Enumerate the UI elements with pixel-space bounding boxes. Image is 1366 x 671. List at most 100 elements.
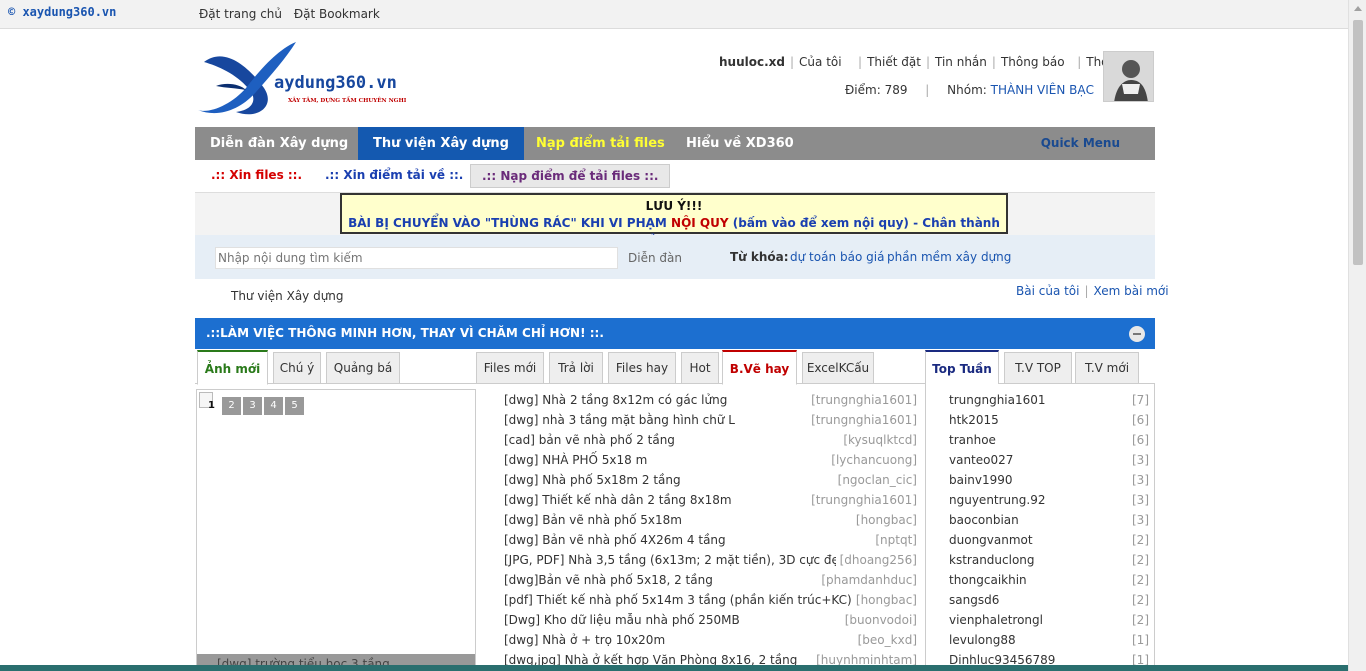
page-scrollbar[interactable]: [1348, 0, 1366, 671]
bookmark-link[interactable]: Đặt Bookmark: [294, 7, 380, 21]
list-item[interactable]: tranhoe [6]: [949, 430, 1149, 450]
list-item[interactable]: [dwg] Nhà ở + trọ 10x20m [beo_kxd]: [504, 630, 917, 650]
quick-menu[interactable]: Quick Menu: [1026, 127, 1135, 160]
list-item[interactable]: [dwg] NHÀ PHỐ 5x18 m [lychancuong]: [504, 450, 917, 470]
list-item[interactable]: [pdf] Thiết kế nhà phố 5x14m 3 tầng (phầ…: [504, 590, 917, 610]
tab-good-files[interactable]: Files hay: [608, 352, 676, 384]
member-name[interactable]: vanteo027: [949, 453, 1013, 467]
list-item[interactable]: [dwg] Nhà phố 5x18m 2 tầng [ngoclan_cic]: [504, 470, 917, 490]
list-item[interactable]: [dwg] Nhà 2 tầng 8x12m có gác lửng [trung…: [504, 390, 917, 410]
settings-link[interactable]: Thiết đặt: [867, 55, 921, 69]
keyword-link[interactable]: dự toán: [790, 250, 836, 264]
list-item[interactable]: nguyentrung.92 [3]: [949, 490, 1149, 510]
member-name[interactable]: kstranduclong: [949, 553, 1035, 567]
file-user[interactable]: [hongbac]: [851, 590, 917, 610]
keyword-link[interactable]: báo giá: [840, 250, 884, 264]
member-name[interactable]: thongcaikhin: [949, 573, 1027, 587]
request-points-link[interactable]: .:: Xin điểm tải về ::.: [325, 168, 463, 182]
tab-promo[interactable]: Quảng bá: [326, 352, 400, 384]
member-name[interactable]: bainv1990: [949, 473, 1013, 487]
list-item[interactable]: [JPG, PDF] Nhà 3,5 tầng (6x13m; 2 mặt ti…: [504, 550, 917, 570]
file-title[interactable]: [JPG, PDF] Nhà 3,5 tầng (6x13m; 2 mặt ti…: [504, 550, 865, 570]
site-link[interactable]: © xaydung360.vn: [8, 5, 116, 19]
file-title[interactable]: [dwg] nhà 3 tầng mặt bằng hình chữ L: [504, 410, 735, 430]
messages-link[interactable]: Tin nhắn: [935, 55, 987, 69]
tab-new-files[interactable]: Files mới: [476, 352, 544, 384]
group-value[interactable]: THÀNH VIÊN BẠC: [991, 83, 1094, 97]
member-name[interactable]: duongvanmot: [949, 533, 1033, 547]
list-item[interactable]: trungnghia1601 [7]: [949, 390, 1149, 410]
username-link[interactable]: huuloc.xd: [719, 55, 785, 69]
member-name[interactable]: vienphaletrongl: [949, 613, 1043, 627]
list-item[interactable]: [dwg] Bản vẽ nhà phố 5x18m [hongbac]: [504, 510, 917, 530]
member-name[interactable]: sangsd6: [949, 593, 999, 607]
nav-forum[interactable]: Diễn đàn Xây dựng: [195, 127, 363, 160]
pager-item[interactable]: 5: [285, 397, 304, 415]
new-posts-link[interactable]: Xem bài mới: [1094, 284, 1169, 298]
nav-topup[interactable]: Nạp điểm tải files: [521, 127, 680, 160]
member-name[interactable]: baoconbian: [949, 513, 1019, 527]
list-item[interactable]: bainv1990 [3]: [949, 470, 1149, 490]
my-link[interactable]: Của tôi: [799, 55, 842, 69]
file-title[interactable]: [Dwg] Kho dữ liệu mẫu nhà phố 250MB: [504, 610, 740, 630]
scroll-thumb[interactable]: [1353, 20, 1363, 265]
topup-points-button[interactable]: .:: Nạp điểm để tải files ::.: [470, 164, 671, 188]
search-scope-select[interactable]: Diễn đàn: [628, 251, 682, 265]
file-title[interactable]: [dwg] Bản vẽ nhà phố 5x18m: [504, 510, 682, 530]
list-item[interactable]: vanteo027 [3]: [949, 450, 1149, 470]
list-item[interactable]: baoconbian [3]: [949, 510, 1149, 530]
file-title[interactable]: [pdf] Thiết kế nhà phố 5x14m 3 tầng (phầ…: [504, 590, 852, 610]
tab-top-members[interactable]: T.V TOP: [1004, 352, 1072, 384]
scroll-up-arrow-icon[interactable]: [1354, 6, 1362, 11]
file-user[interactable]: [trungnghia1601]: [807, 410, 917, 430]
site-logo[interactable]: aydung360.vn XÂY TÂM, DỰNG TẦM CHUYÊN NG…: [196, 40, 416, 120]
pager-item[interactable]: 2: [222, 397, 241, 415]
list-item[interactable]: duongvanmot [2]: [949, 530, 1149, 550]
member-name[interactable]: tranhoe: [949, 433, 996, 447]
tab-new-members[interactable]: T.V mới: [1075, 352, 1139, 384]
file-user[interactable]: [trungnghia1601]: [807, 390, 917, 410]
file-title[interactable]: [cad] bản vẽ nhà phố 2 tầng: [504, 430, 675, 450]
search-input[interactable]: [215, 247, 618, 269]
notifications-link[interactable]: Thông báo: [1001, 55, 1065, 69]
list-item[interactable]: [Dwg] Kho dữ liệu mẫu nhà phố 250MB [buon…: [504, 610, 917, 630]
tab-top-week[interactable]: Top Tuần: [925, 350, 999, 385]
my-posts-link[interactable]: Bài của tôi: [1016, 284, 1080, 298]
avatar[interactable]: [1103, 51, 1154, 102]
member-name[interactable]: nguyentrung.92: [949, 493, 1045, 507]
image-slider[interactable]: 1 2 3 4 5 [dwg] trường tiểu học 3 tầng: [196, 389, 476, 671]
pager-item[interactable]: 1: [202, 397, 221, 415]
file-user[interactable]: [dhoang256]: [835, 550, 917, 570]
tab-replies[interactable]: Trả lời: [549, 352, 603, 384]
member-name[interactable]: htk2015: [949, 413, 999, 427]
list-item[interactable]: [dwg] Thiết kế nhà dân 2 tầng 8x18m [trun…: [504, 490, 917, 510]
notice-box[interactable]: LƯU Ý!!! BÀI BỊ CHUYỂN VÀO "THÙNG RÁC" K…: [340, 193, 1008, 247]
file-title[interactable]: [dwg] Nhà phố 5x18m 2 tầng: [504, 470, 681, 490]
request-files-link[interactable]: .:: Xin files ::.: [211, 168, 302, 182]
file-title[interactable]: [dwg] Nhà ở + trọ 10x20m: [504, 630, 665, 650]
file-user[interactable]: [hongbac]: [851, 510, 917, 530]
file-user[interactable]: [buonvodoi]: [840, 610, 917, 630]
file-title[interactable]: [dwg] Thiết kế nhà dân 2 tầng 8x18m: [504, 490, 732, 510]
pager-item[interactable]: 4: [264, 397, 283, 415]
list-item[interactable]: [cad] bản vẽ nhà phố 2 tầng [kysuqlktcd]: [504, 430, 917, 450]
file-user[interactable]: [beo_kxd]: [853, 630, 917, 650]
nav-about[interactable]: Hiểu về XD360: [671, 127, 809, 160]
keyword-link[interactable]: phần mềm xây dựng: [887, 250, 1011, 264]
list-item[interactable]: [dwg] Bản vẽ nhà phố 4X26m 4 tầng [nptqt]: [504, 530, 917, 550]
list-item[interactable]: htk2015 [6]: [949, 410, 1149, 430]
file-title[interactable]: [dwg] Nhà 2 tầng 8x12m có gác lửng: [504, 390, 727, 410]
list-item[interactable]: [dwg]Bản vẽ nhà phố 5x18, 2 tầng [phamdan…: [504, 570, 917, 590]
tab-hot[interactable]: Hot: [681, 352, 719, 384]
tab-new-images[interactable]: Ảnh mới: [197, 350, 268, 385]
list-item[interactable]: thongcaikhin [2]: [949, 570, 1149, 590]
notice-rule-link[interactable]: NỘI QUY: [671, 216, 729, 230]
list-item[interactable]: sangsd6 [2]: [949, 590, 1149, 610]
collapse-icon[interactable]: [1129, 326, 1145, 342]
member-name[interactable]: trungnghia1601: [949, 393, 1046, 407]
file-user[interactable]: [trungnghia1601]: [807, 490, 917, 510]
tab-good-drawings[interactable]: B.Vẽ hay: [722, 350, 797, 385]
file-title[interactable]: [dwg]Bản vẽ nhà phố 5x18, 2 tầng: [504, 570, 713, 590]
tab-attention[interactable]: Chú ý: [273, 352, 321, 384]
list-item[interactable]: vienphaletrongl [2]: [949, 610, 1149, 630]
